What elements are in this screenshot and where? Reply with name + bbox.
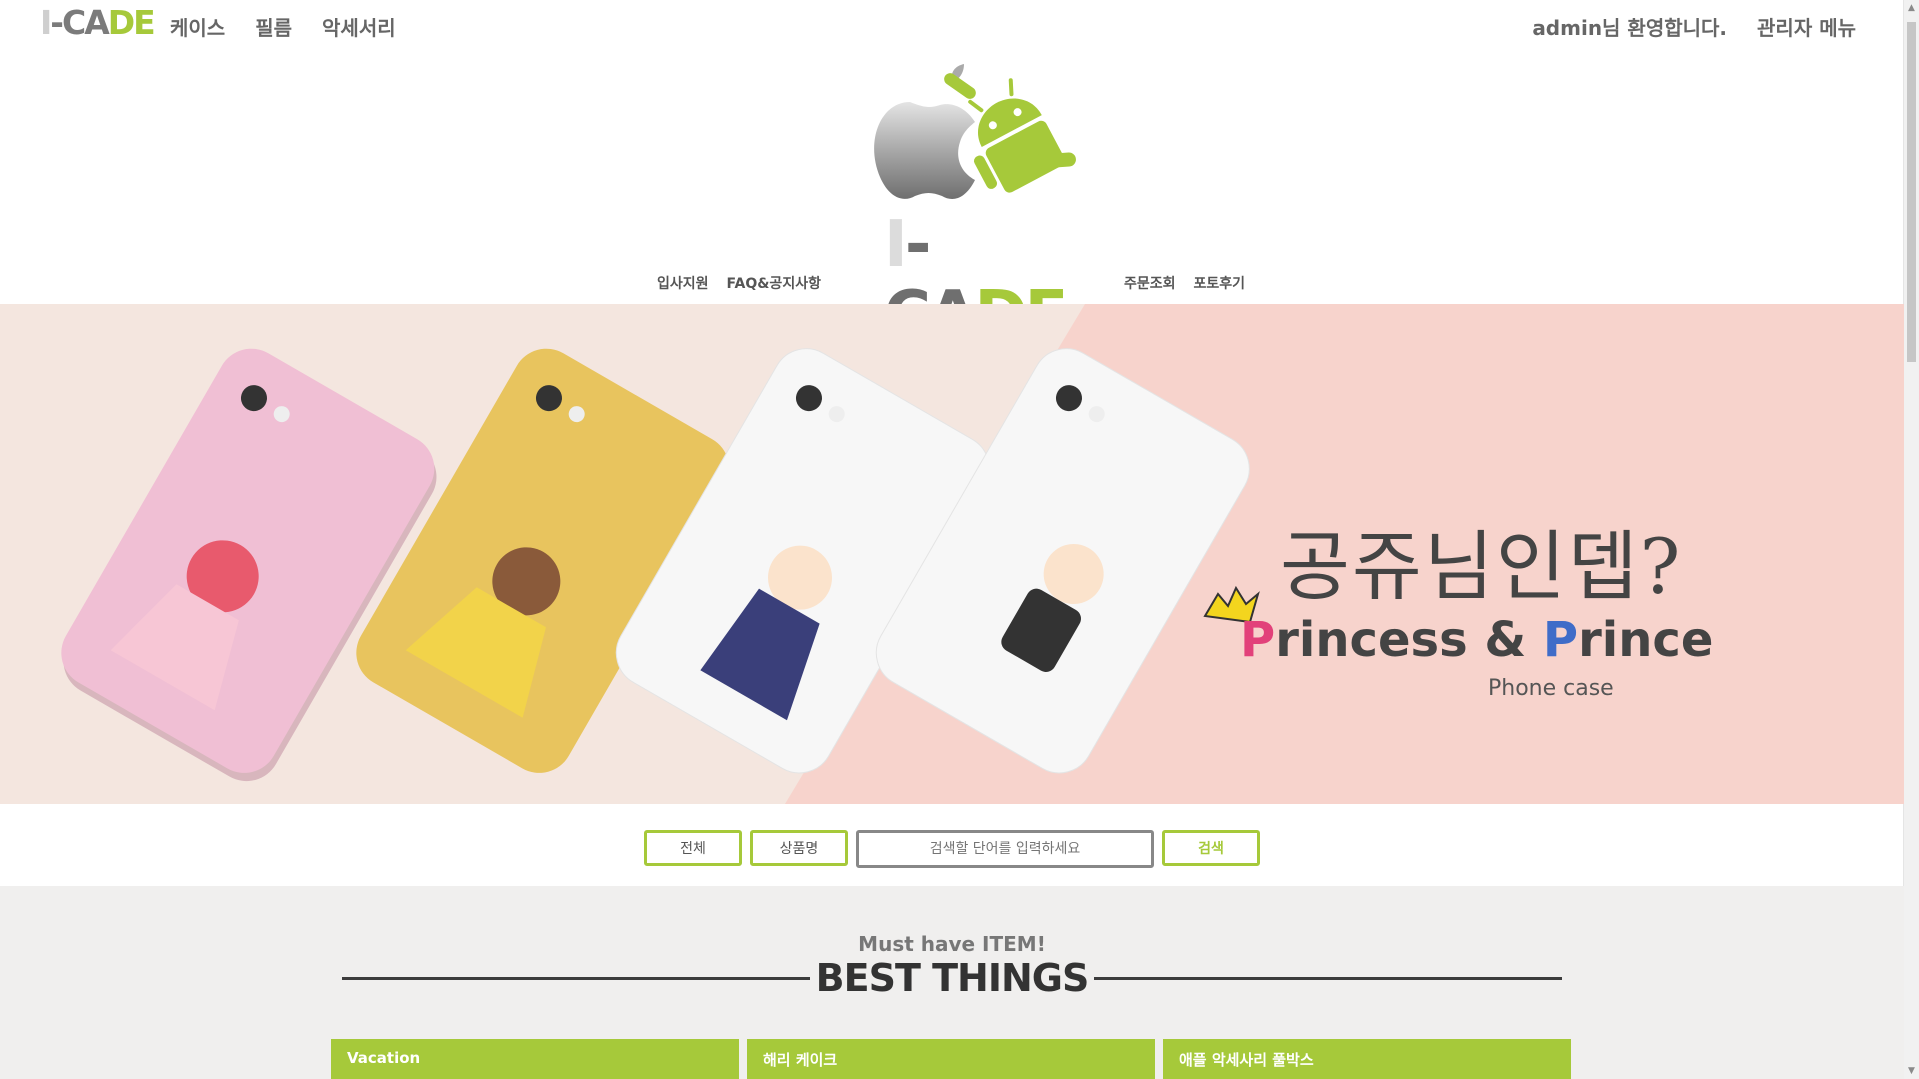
best-card-apple-accessory[interactable]: 애플 악세사리 풀박스 (1163, 1039, 1571, 1079)
search-button[interactable]: 검색 (1162, 830, 1260, 866)
scroll-thumb[interactable] (1907, 22, 1916, 362)
page-scrollbar[interactable]: ▲ ▼ (1903, 0, 1919, 1079)
filter-product-name-button[interactable]: 상품명 (750, 830, 848, 866)
phone-case-pink-image (61, 348, 437, 782)
headline-letter-p1: P (1240, 612, 1276, 668)
headline-text-1: rincess & (1275, 612, 1543, 668)
wordmark-part-1: I (884, 208, 908, 282)
link-order-lookup[interactable]: 주문조회 (1124, 273, 1176, 293)
nav-item-accessory[interactable]: 악세서리 (322, 12, 396, 41)
headline-text-2: rince (1578, 612, 1714, 668)
header-logo[interactable]: I-CADE (860, 62, 1080, 350)
headline-letter-p2: P (1542, 612, 1579, 668)
logo-part-3: DE (107, 3, 156, 42)
admin-menu-link[interactable]: 관리자 메뉴 (1757, 12, 1856, 41)
top-bar: I-CADE 케이스 필름 악세서리 admin님 환영합니다. 관리자 메뉴 (0, 0, 1904, 52)
best-card-harry-cake[interactable]: 해리 케이크 (747, 1039, 1155, 1079)
banner-headline-ko: 공쥬님인뎁? (1280, 522, 1683, 611)
best-cards: Vacation 해리 케이크 애플 악세사리 풀박스 (331, 1039, 1571, 1079)
promo-banner[interactable]: 공쥬님인뎁? Princess & Prince Phone case (0, 304, 1904, 804)
best-kicker: Must have ITEM! (858, 932, 1046, 956)
site-logo[interactable]: I-CADE (40, 3, 156, 42)
logo-part-2: -CA (50, 3, 109, 42)
scroll-up-arrow-icon[interactable]: ▲ (1904, 0, 1919, 16)
link-photo-reviews[interactable]: 포토후기 (1194, 273, 1246, 293)
best-card-vacation[interactable]: Vacation (331, 1039, 739, 1079)
apple-android-logo-icon (874, 64, 1076, 199)
logo-part-1: I (40, 3, 52, 42)
banner-headline-en: Princess & Prince (1240, 612, 1713, 668)
link-careers[interactable]: 입사지원 (657, 273, 709, 293)
header-right-links: 주문조회 포토후기 (1124, 273, 1245, 293)
search-bar: 전체 상품명 검색 (644, 830, 1260, 868)
scroll-down-arrow-icon[interactable]: ▼ (1904, 1063, 1919, 1079)
header-left-links: 입사지원 FAQ&공지사항 (657, 273, 821, 293)
nav-item-film[interactable]: 필름 (255, 12, 292, 41)
best-title-text: BEST THINGS (809, 956, 1095, 1000)
search-input[interactable] (856, 830, 1154, 868)
banner-subline: Phone case (1488, 676, 1614, 701)
link-faq-notice[interactable]: FAQ&공지사항 (727, 273, 821, 293)
filter-all-button[interactable]: 전체 (644, 830, 742, 866)
nav-item-case[interactable]: 케이스 (170, 12, 225, 41)
best-title: BEST THINGS (0, 956, 1904, 1000)
welcome-text: admin님 환영합니다. (1532, 16, 1728, 40)
main-nav: 케이스 필름 악세서리 (170, 12, 396, 41)
user-menu: admin님 환영합니다. 관리자 메뉴 (1532, 12, 1856, 41)
